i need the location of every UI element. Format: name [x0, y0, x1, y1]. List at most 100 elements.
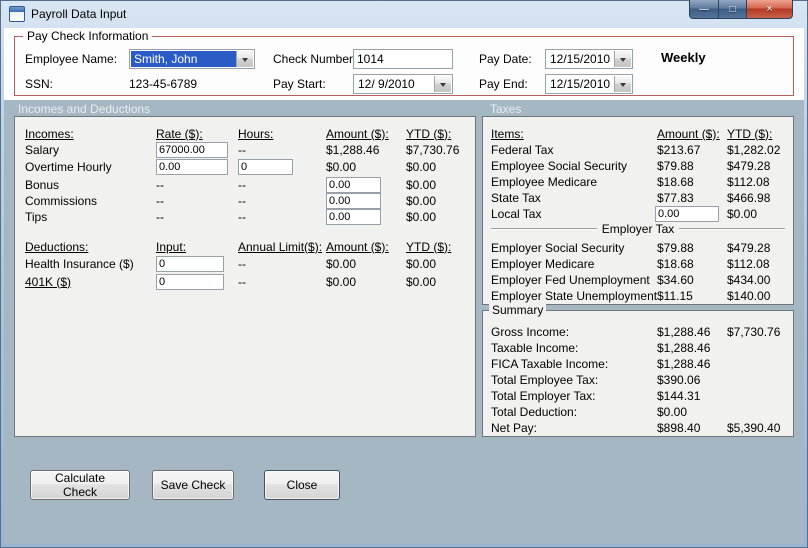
table-row: FICA Taxable Income: $1,288.46 — [491, 355, 789, 372]
pay-start-picker[interactable]: 12/ 9/2010 — [353, 74, 453, 94]
health-insurance-amount: $0.00 — [326, 256, 357, 271]
employer-ss-amount: $79.88 — [657, 240, 694, 255]
table-row: Net Pay: $898.40 $5,390.40 — [491, 419, 789, 436]
incomes-deductions-band-label: Incomes and Deductions — [18, 102, 151, 116]
fica-taxable-income-amount: $1,288.46 — [657, 356, 711, 371]
federal-tax-amount: $213.67 — [657, 142, 701, 157]
pay-date-label: Pay Date: — [479, 52, 532, 66]
total-employer-tax-amount: $144.31 — [657, 388, 701, 403]
employee-name-combobox[interactable]: Smith, John — [129, 49, 255, 69]
employee-name-selected: Smith, John — [131, 51, 237, 67]
maximize-button[interactable]: □ — [719, 0, 747, 19]
taxable-income-amount: $1,288.46 — [657, 340, 711, 355]
table-row: Total Deduction: $0.00 — [491, 403, 789, 420]
health-insurance-limit: -- — [238, 256, 246, 271]
chevron-down-icon[interactable] — [236, 51, 253, 67]
overtime-hours-input[interactable] — [238, 158, 293, 175]
tips-label: Tips — [25, 209, 48, 224]
table-row: Total Employee Tax: $390.06 — [491, 371, 789, 388]
window-controls: — □ × — [689, 0, 793, 19]
table-row: Federal Tax $213.67 $1,282.02 — [491, 141, 789, 158]
state-tax-ytd: $466.98 — [727, 190, 771, 205]
tips-amount-input[interactable] — [326, 208, 381, 225]
input-header: Input: — [156, 239, 187, 254]
overtime-amount: $0.00 — [326, 159, 357, 174]
minimize-button[interactable]: — — [689, 0, 719, 19]
table-row: Overtime Hourly $0.00 $0.00 — [25, 158, 471, 175]
overtime-label: Overtime Hourly — [25, 159, 112, 174]
summary-panel: Summary Gross Income: $1,288.46 $7,730.7… — [482, 303, 794, 437]
commissions-amount-input[interactable] — [326, 192, 381, 209]
pay-end-picker[interactable]: 12/15/2010 — [545, 74, 633, 94]
gross-income-label: Gross Income: — [491, 324, 570, 339]
net-pay-amount: $898.40 — [657, 420, 701, 435]
health-insurance-input[interactable] — [156, 255, 224, 272]
table-row: Salary -- $1,288.46 $7,730.76 — [25, 141, 471, 158]
annual-limit-header: Annual Limit($): — [238, 239, 323, 254]
federal-tax-label: Federal Tax — [491, 142, 554, 157]
ssn-label: SSN: — [25, 77, 54, 91]
employer-medicare-amount: $18.68 — [657, 256, 694, 271]
pay-start-label: Pay Start: — [273, 77, 326, 91]
401k-ytd: $0.00 — [406, 274, 437, 289]
amount-header: Amount ($): — [326, 126, 389, 141]
window-title: Payroll Data Input — [31, 7, 127, 21]
save-check-button[interactable]: Save Check — [152, 470, 234, 500]
employer-state-unemployment-label: Employer State Unemployment — [491, 288, 658, 303]
bonus-amount-input[interactable] — [326, 176, 381, 193]
overtime-rate-input[interactable] — [156, 158, 228, 175]
employer-fed-unemployment-ytd: $434.00 — [727, 272, 771, 287]
pay-date-picker[interactable]: 12/15/2010 — [545, 49, 633, 69]
ded-ytd-header: YTD ($): — [406, 239, 452, 254]
table-row: Taxable Income: $1,288.46 — [491, 339, 789, 356]
titlebar[interactable]: Payroll Data Input — □ × — [0, 0, 808, 28]
table-row: 401K ($) -- $0.00 $0.00 — [25, 273, 471, 290]
paycheck-info-group: Pay Check Information Employee Name: Smi… — [14, 29, 794, 96]
401k-amount: $0.00 — [326, 274, 357, 289]
table-row: Employee Medicare $18.68 $112.08 — [491, 173, 789, 190]
bonus-label: Bonus — [25, 177, 60, 192]
tips-rate: -- — [156, 209, 164, 224]
local-tax-ytd: $0.00 — [727, 206, 758, 221]
net-pay-ytd: $5,390.40 — [727, 420, 781, 435]
table-row: Bonus -- -- $0.00 — [25, 176, 471, 193]
employer-state-unemployment-amount: $11.15 — [657, 288, 693, 303]
salary-rate-input[interactable] — [156, 141, 228, 158]
401k-label: 401K ($) — [25, 274, 72, 289]
total-employee-tax-label: Total Employee Tax: — [491, 372, 599, 387]
calculate-check-button[interactable]: Calculate Check — [30, 470, 130, 500]
commissions-label: Commissions — [25, 193, 98, 208]
health-insurance-label: Health Insurance ($) — [25, 256, 134, 271]
close-dialog-button[interactable]: Close — [264, 470, 340, 500]
close-icon: × — [766, 3, 773, 15]
employer-ss-ytd: $479.28 — [727, 240, 771, 255]
bonus-ytd: $0.00 — [406, 177, 437, 192]
rate-header: Rate ($): — [156, 126, 203, 141]
employee-medicare-amount: $18.68 — [657, 174, 694, 189]
close-button[interactable]: × — [747, 0, 793, 19]
tips-hours: -- — [238, 209, 246, 224]
chevron-down-icon[interactable] — [614, 76, 631, 92]
chevron-down-icon[interactable] — [434, 76, 451, 92]
salary-amount: $1,288.46 — [326, 142, 380, 157]
overtime-ytd: $0.00 — [406, 159, 437, 174]
deductions-header: Deductions: — [25, 239, 89, 254]
ytd-header: YTD ($): — [406, 126, 452, 141]
table-row: Total Employer Tax: $144.31 — [491, 387, 789, 404]
state-tax-amount: $77.83 — [657, 190, 694, 205]
check-number-input[interactable] — [353, 49, 453, 69]
fica-taxable-income-label: FICA Taxable Income: — [491, 356, 609, 371]
401k-limit: -- — [238, 274, 246, 289]
employer-fed-unemployment-amount: $34.60 — [657, 272, 694, 287]
maximize-icon: □ — [729, 3, 736, 15]
employee-ss-ytd: $479.28 — [727, 158, 771, 173]
bonus-rate: -- — [156, 177, 164, 192]
chevron-down-icon[interactable] — [614, 51, 631, 67]
commissions-hours: -- — [238, 193, 246, 208]
table-row: Health Insurance ($) -- $0.00 $0.00 — [25, 255, 471, 272]
employer-tax-divider: Employer Tax — [491, 220, 785, 237]
401k-input[interactable] — [156, 273, 224, 290]
pay-date-value: 12/15/2010 — [550, 52, 611, 66]
gross-income-amount: $1,288.46 — [657, 324, 711, 339]
tax-ytd-header: YTD ($): — [727, 126, 773, 141]
